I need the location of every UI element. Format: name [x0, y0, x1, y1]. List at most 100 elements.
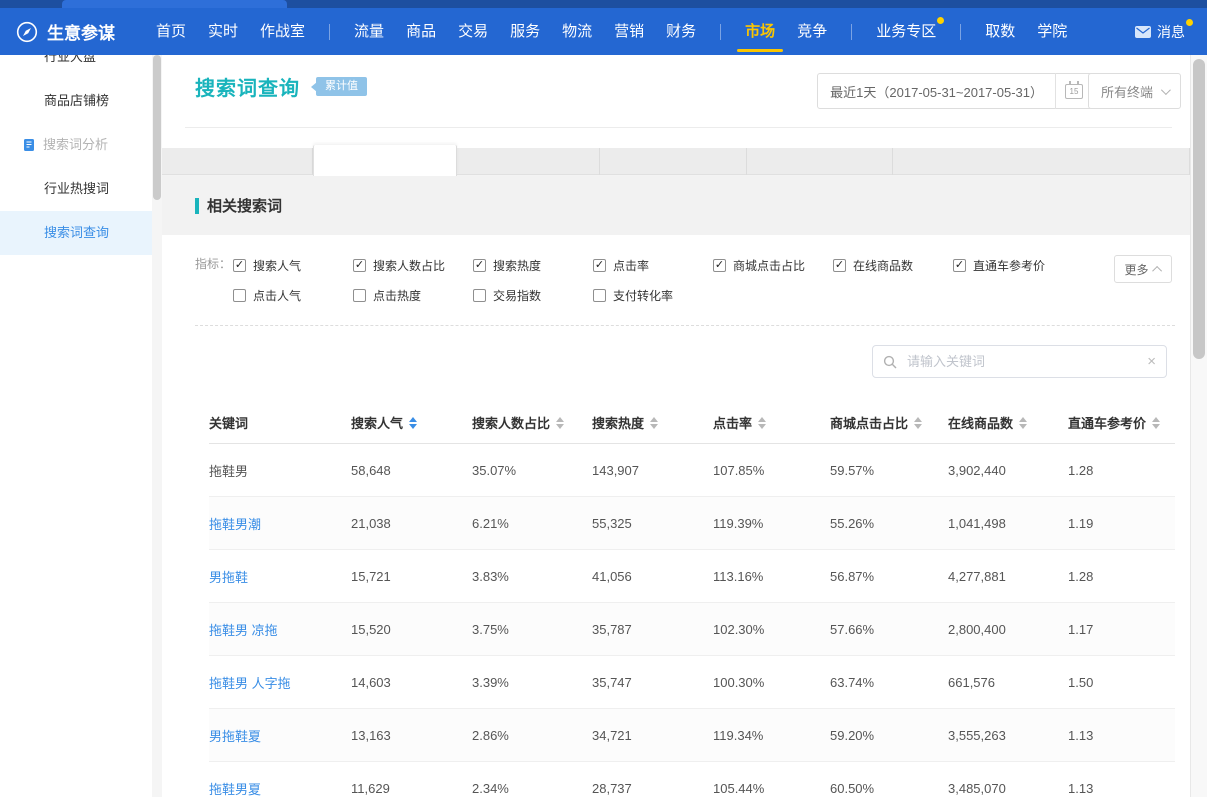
filter-label: 点击热度: [373, 287, 421, 304]
filters-label: 指标：: [195, 257, 233, 304]
sort-arrows-icon[interactable]: [1152, 417, 1160, 429]
filter-支付转化率[interactable]: 支付转化率: [593, 287, 713, 304]
sort-arrows-icon[interactable]: [556, 417, 564, 429]
tab-4[interactable]: [600, 148, 747, 175]
tab-5[interactable]: [747, 148, 893, 175]
sort-arrows-icon[interactable]: [758, 417, 766, 429]
value-cell: 1.13: [1068, 781, 1175, 796]
sidebar-scrollbar[interactable]: [152, 0, 162, 797]
page-scrollbar-thumb[interactable]: [1193, 59, 1205, 359]
checkbox-icon[interactable]: [233, 289, 246, 302]
value-cell: 1.19: [1068, 516, 1175, 531]
filter-搜索人数占比[interactable]: ✓搜索人数占比: [353, 257, 473, 274]
filter-点击率[interactable]: ✓点击率: [593, 257, 713, 274]
keyword-cell[interactable]: 拖鞋男 人字拖: [209, 673, 351, 692]
divider: [1055, 73, 1056, 109]
nav-item-流量[interactable]: 流量: [354, 8, 384, 55]
checkbox-icon[interactable]: ✓: [593, 259, 606, 272]
nav-item-学院[interactable]: 学院: [1037, 8, 1067, 55]
messages-button[interactable]: 消息: [1135, 22, 1191, 42]
nav-item-物流[interactable]: 物流: [562, 8, 592, 55]
nav-item-商品[interactable]: 商品: [406, 8, 436, 55]
sort-down-icon: [1019, 424, 1027, 429]
nav-item-市场[interactable]: 市场: [745, 8, 775, 55]
terminal-dropdown[interactable]: 所有终端: [1088, 73, 1181, 109]
tab-3[interactable]: [457, 148, 600, 175]
tab-2[interactable]: [313, 145, 457, 176]
nav-item-label: 竞争: [797, 23, 827, 40]
checkbox-icon[interactable]: ✓: [473, 259, 486, 272]
tab-6[interactable]: [893, 148, 1190, 175]
date-range-picker[interactable]: 最近1天（2017-05-31~2017-05-31） 15: [817, 73, 1093, 109]
filter-搜索人气[interactable]: ✓搜索人气: [233, 257, 353, 274]
sidebar-item-行业热搜词[interactable]: 行业热搜词: [0, 167, 152, 211]
nav-item-交易[interactable]: 交易: [458, 8, 488, 55]
browser-tab[interactable]: [62, 0, 287, 8]
checkbox-icon[interactable]: [353, 289, 366, 302]
clear-icon[interactable]: ×: [1147, 354, 1156, 369]
filter-row-2: 点击人气 点击热度 交易指数支付转化率: [233, 287, 1073, 304]
keyword-cell[interactable]: 男拖鞋: [209, 567, 351, 586]
sort-arrows-icon[interactable]: [650, 417, 658, 429]
filter-搜索热度[interactable]: ✓搜索热度: [473, 257, 593, 274]
more-button[interactable]: 更多: [1114, 255, 1172, 283]
checkbox-icon[interactable]: ✓: [713, 259, 726, 272]
checkbox-icon[interactable]: [593, 289, 606, 302]
value-cell: 119.39%: [713, 516, 830, 531]
filter-交易指数[interactable]: 交易指数: [473, 287, 593, 304]
nav-item-服务[interactable]: 服务: [510, 8, 540, 55]
checkbox-icon[interactable]: ✓: [953, 259, 966, 272]
value-cell: 41,056: [592, 569, 713, 584]
section-title: 相关搜索词: [195, 195, 282, 216]
filter-商城点击占比[interactable]: ✓商城点击占比: [713, 257, 833, 274]
keyword-cell[interactable]: 男拖鞋夏: [209, 726, 351, 745]
filter-在线商品数[interactable]: ✓在线商品数: [833, 257, 953, 274]
sort-arrows-icon[interactable]: [409, 417, 417, 429]
sidebar-item-搜索词分析[interactable]: 搜索词分析: [0, 123, 152, 167]
sort-up-icon: [409, 417, 417, 422]
value-cell: 3.39%: [472, 675, 592, 690]
search-input[interactable]: [905, 353, 1139, 370]
nav-item-业务专区[interactable]: 业务专区: [876, 8, 936, 55]
sort-down-icon: [650, 424, 658, 429]
filter-点击人气[interactable]: 点击人气: [233, 287, 353, 304]
col-header-搜索人气[interactable]: 搜索人气: [351, 413, 472, 432]
brand[interactable]: 生意参谋: [16, 19, 115, 44]
nav-item-实时[interactable]: 实时: [208, 8, 238, 55]
page-scrollbar[interactable]: [1190, 55, 1207, 797]
col-header-商城点击占比[interactable]: 商城点击占比: [830, 413, 948, 432]
nav-item-作战室[interactable]: 作战室: [260, 8, 305, 55]
col-header-搜索热度[interactable]: 搜索热度: [592, 413, 713, 432]
nav-item-营销[interactable]: 营销: [614, 8, 644, 55]
nav-item-label: 首页: [156, 23, 186, 40]
calendar-icon[interactable]: 15: [1065, 84, 1083, 99]
keyword-cell: 拖鞋男: [209, 461, 351, 480]
nav-item-取数[interactable]: 取数: [985, 8, 1015, 55]
filter-直通车参考价[interactable]: ✓直通车参考价: [953, 257, 1073, 274]
col-header-直通车参考价[interactable]: 直通车参考价: [1068, 413, 1175, 432]
keyword-cell[interactable]: 拖鞋男 凉拖: [209, 620, 351, 639]
nav-item-首页[interactable]: 首页: [156, 8, 186, 55]
sidebar-item-搜索词查询[interactable]: 搜索词查询: [0, 211, 152, 255]
col-header-搜索人数占比[interactable]: 搜索人数占比: [472, 413, 592, 432]
keyword-cell[interactable]: 拖鞋男夏: [209, 779, 351, 797]
checkbox-icon[interactable]: [473, 289, 486, 302]
checkbox-icon[interactable]: ✓: [353, 259, 366, 272]
col-header-在线商品数[interactable]: 在线商品数: [948, 413, 1068, 432]
nav-item-label: 营销: [614, 23, 644, 40]
sort-arrows-icon[interactable]: [914, 417, 922, 429]
sort-arrows-icon[interactable]: [1019, 417, 1027, 429]
nav-item-财务[interactable]: 财务: [666, 8, 696, 55]
sidebar-item-label: 行业热搜词: [44, 181, 109, 196]
col-header-点击率[interactable]: 点击率: [713, 413, 830, 432]
filter-点击热度[interactable]: 点击热度: [353, 287, 473, 304]
keyword-cell[interactable]: 拖鞋男潮: [209, 514, 351, 533]
nav-item-竞争[interactable]: 竞争: [797, 8, 827, 55]
checkbox-icon[interactable]: ✓: [233, 259, 246, 272]
checkbox-icon[interactable]: ✓: [833, 259, 846, 272]
sidebar-item-商品店铺榜[interactable]: 商品店铺榜: [0, 79, 152, 123]
nav-divider: [329, 24, 330, 40]
tab-1[interactable]: [162, 148, 313, 175]
main-content: 搜索词查询 累计值 最近1天（2017-05-31~2017-05-31） 15…: [162, 55, 1190, 797]
sidebar-scrollbar-thumb[interactable]: [153, 55, 161, 200]
